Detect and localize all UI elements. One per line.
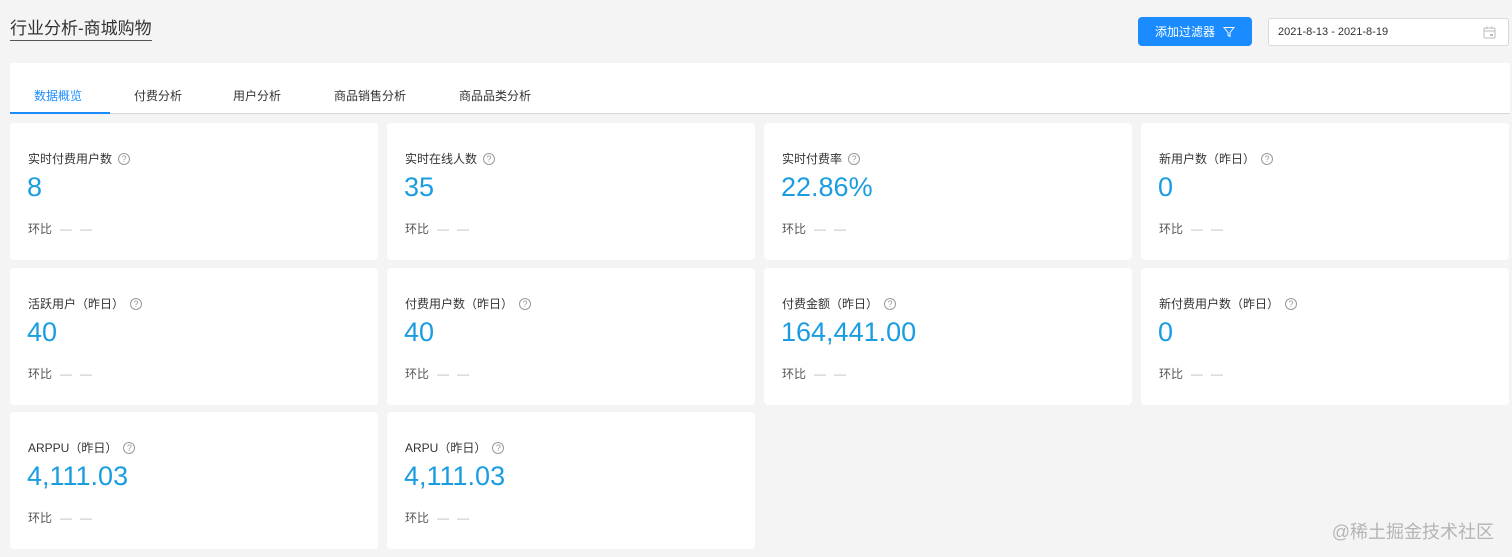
metric-card-new-users: 新用户数（昨日）? 0 环比 — — xyxy=(1141,123,1509,260)
metric-label: 活跃用户（昨日） xyxy=(28,297,125,311)
ratio-label: 环比 xyxy=(28,222,53,236)
help-icon[interactable]: ? xyxy=(123,441,136,454)
metric-value: 0 xyxy=(1158,172,1174,202)
tab-product-sales-analysis[interactable]: 商品销售分析 xyxy=(334,87,406,114)
ratio-value: — xyxy=(814,366,827,381)
metric-card-arppu: ARPPU（昨日）? 4,111.03 环比 — — xyxy=(10,412,378,549)
help-icon[interactable]: ? xyxy=(848,152,861,165)
metric-card-realtime-online-users: 实时在线人数? 35 环比 — — xyxy=(387,123,755,260)
tab-product-category-analysis[interactable]: 商品品类分析 xyxy=(459,87,531,114)
metric-card-realtime-paying-users: 实时付费用户数? 8 环比 — — xyxy=(10,123,378,260)
ratio-trend: — xyxy=(834,366,847,381)
metric-value: 4,111.03 xyxy=(27,461,129,491)
ratio-label: 环比 xyxy=(1159,367,1184,381)
metric-value: 35 xyxy=(404,172,435,202)
metric-value: 22.86% xyxy=(781,172,873,202)
help-icon[interactable]: ? xyxy=(1285,297,1298,310)
header-bar: 行业分析-商城购物 添加过滤器 2021-8-13 - 2021-8-19 xyxy=(0,0,1512,62)
metric-label: 新用户数（昨日） xyxy=(1159,152,1256,166)
help-icon[interactable]: ? xyxy=(519,297,532,310)
date-range-picker[interactable]: 2021-8-13 - 2021-8-19 xyxy=(1268,18,1509,46)
ratio-label: 环比 xyxy=(405,511,430,525)
ratio-trend: — xyxy=(80,221,93,236)
filter-icon xyxy=(1223,26,1235,37)
ratio-value: — xyxy=(60,366,73,381)
ratio-value: — xyxy=(437,221,450,236)
ratio-trend: — xyxy=(457,366,470,381)
metric-value: 4,111.03 xyxy=(404,461,506,491)
metric-label: ARPU（昨日） xyxy=(405,441,487,455)
ratio-value: — xyxy=(814,221,827,236)
metric-label: 实时付费率 xyxy=(782,152,843,166)
ratio-value: — xyxy=(437,366,450,381)
help-icon[interactable]: ? xyxy=(492,441,505,454)
ratio-label: 环比 xyxy=(28,367,53,381)
ratio-trend: — xyxy=(1211,366,1224,381)
help-icon[interactable]: ? xyxy=(1261,152,1274,165)
calendar-icon xyxy=(1483,26,1496,39)
ratio-value: — xyxy=(1191,366,1204,381)
ratio-label: 环比 xyxy=(782,222,807,236)
metric-card-realtime-payment-rate: 实时付费率? 22.86% 环比 — — xyxy=(764,123,1132,260)
ratio-label: 环比 xyxy=(405,367,430,381)
page-title: 行业分析-商城购物 xyxy=(10,19,152,41)
tab-overview[interactable]: 数据概览 xyxy=(34,87,82,114)
ratio-value: — xyxy=(60,510,73,525)
ratio-trend: — xyxy=(1211,221,1224,236)
metric-card-new-paying-users: 新付费用户数（昨日）? 0 环比 — — xyxy=(1141,268,1509,405)
active-tab-indicator xyxy=(10,112,110,114)
metric-label: 付费用户数（昨日） xyxy=(405,297,514,311)
tab-payment-analysis[interactable]: 付费分析 xyxy=(134,87,182,114)
ratio-value: — xyxy=(1191,221,1204,236)
date-range-value: 2021-8-13 - 2021-8-19 xyxy=(1278,26,1389,38)
watermark-text: @稀土掘金技术社区 xyxy=(1331,522,1494,542)
metric-label: 实时在线人数 xyxy=(405,152,478,166)
metric-value: 40 xyxy=(27,317,58,347)
metric-label: 新付费用户数（昨日） xyxy=(1159,297,1280,311)
tab-bar: 数据概览 付费分析 用户分析 商品销售分析 商品品类分析 xyxy=(10,63,1510,114)
help-icon[interactable]: ? xyxy=(483,152,496,165)
metric-card-active-users: 活跃用户（昨日）? 40 环比 — — xyxy=(10,268,378,405)
metric-card-arpu: ARPU（昨日）? 4,111.03 环比 — — xyxy=(387,412,755,549)
ratio-value: — xyxy=(60,221,73,236)
ratio-label: 环比 xyxy=(405,222,430,236)
help-icon[interactable]: ? xyxy=(118,152,131,165)
ratio-value: — xyxy=(437,510,450,525)
add-filter-button[interactable]: 添加过滤器 xyxy=(1138,17,1252,46)
ratio-trend: — xyxy=(80,366,93,381)
metric-value: 40 xyxy=(404,317,435,347)
ratio-label: 环比 xyxy=(28,511,53,525)
ratio-label: 环比 xyxy=(782,367,807,381)
ratio-trend: — xyxy=(80,510,93,525)
ratio-trend: — xyxy=(457,221,470,236)
ratio-trend: — xyxy=(457,510,470,525)
metric-card-paying-users: 付费用户数（昨日）? 40 环比 — — xyxy=(387,268,755,405)
metric-label: 实时付费用户数 xyxy=(28,152,113,166)
help-icon[interactable]: ? xyxy=(130,297,143,310)
ratio-trend: — xyxy=(834,221,847,236)
ratio-label: 环比 xyxy=(1159,222,1184,236)
tab-user-analysis[interactable]: 用户分析 xyxy=(233,87,281,114)
metric-value: 0 xyxy=(1158,317,1174,347)
metric-card-payment-amount: 付费金额（昨日）? 164,441.00 环比 — — xyxy=(764,268,1132,405)
help-icon[interactable]: ? xyxy=(884,297,897,310)
metric-label: 付费金额（昨日） xyxy=(782,297,879,311)
add-filter-label: 添加过滤器 xyxy=(1154,25,1215,39)
metric-value: 8 xyxy=(27,172,43,202)
metric-value: 164,441.00 xyxy=(781,317,917,347)
metric-label: ARPPU（昨日） xyxy=(28,441,118,455)
